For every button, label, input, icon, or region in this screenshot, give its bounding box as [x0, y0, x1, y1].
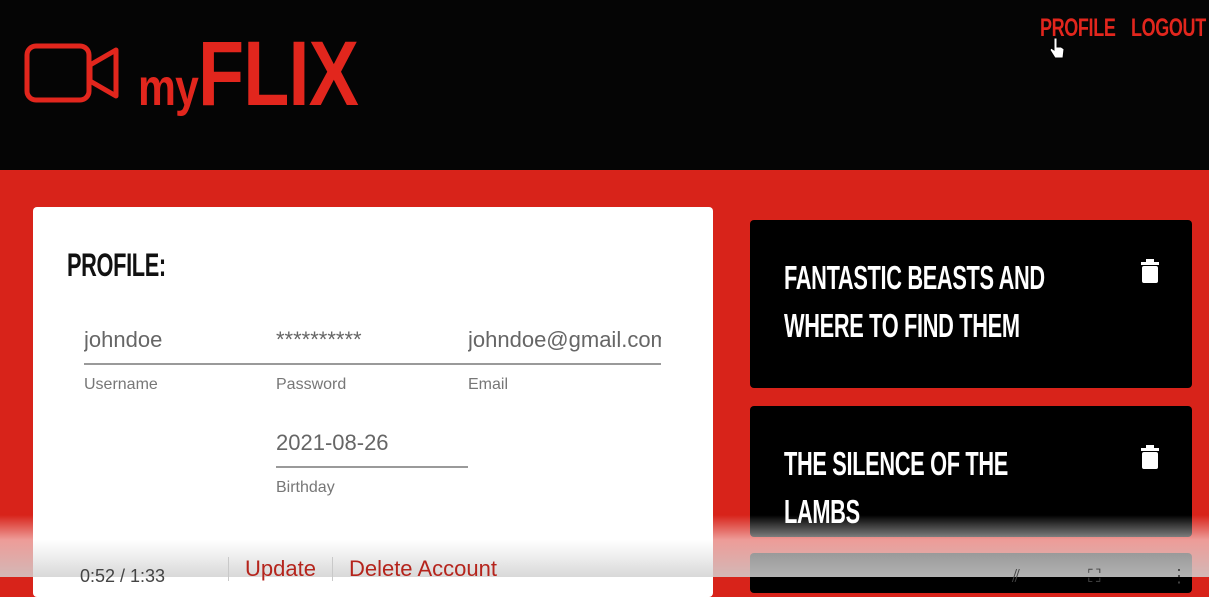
password-helper: Password	[276, 376, 347, 393]
username-input[interactable]	[84, 327, 276, 365]
profile-actions: Update Delete Account	[228, 557, 513, 581]
username-field: Username	[84, 327, 276, 394]
profile-title: PROFILE:	[67, 247, 166, 283]
favorite-movie-card[interactable]: FANTASTIC BEASTS AND WHERE TO FIND THEM	[750, 220, 1192, 388]
hand-pointer-cursor-icon	[1049, 37, 1065, 59]
email-helper: Email	[468, 376, 509, 393]
birthday-field: Birthday	[276, 430, 468, 497]
favorite-movie-title: FANTASTIC BEASTS AND WHERE TO FIND THEM	[784, 259, 1045, 344]
logo-wordmark: my FLIX	[138, 23, 359, 125]
delete-account-button[interactable]: Delete Account	[331, 557, 513, 581]
email-field: Email	[468, 327, 661, 394]
trash-icon[interactable]	[1141, 259, 1159, 283]
password-field: Password	[276, 327, 468, 394]
password-input[interactable]	[276, 327, 468, 365]
birthday-helper: Birthday	[276, 479, 335, 496]
nav-logout-link[interactable]: LOGOUT	[1131, 14, 1206, 43]
myflix-logo[interactable]: my FLIX	[24, 28, 406, 120]
trash-icon[interactable]	[1141, 445, 1159, 469]
logo-flix: FLIX	[197, 23, 359, 125]
username-helper: Username	[84, 376, 158, 393]
email-input[interactable]	[468, 327, 661, 365]
logo-my: my	[138, 59, 199, 117]
app-header: my FLIX PROFILE LOGOUT	[0, 0, 1209, 170]
video-player-overlay	[0, 515, 1209, 577]
birthday-input[interactable]	[276, 430, 468, 468]
video-camera-icon	[24, 43, 119, 103]
update-button[interactable]: Update	[228, 557, 332, 581]
